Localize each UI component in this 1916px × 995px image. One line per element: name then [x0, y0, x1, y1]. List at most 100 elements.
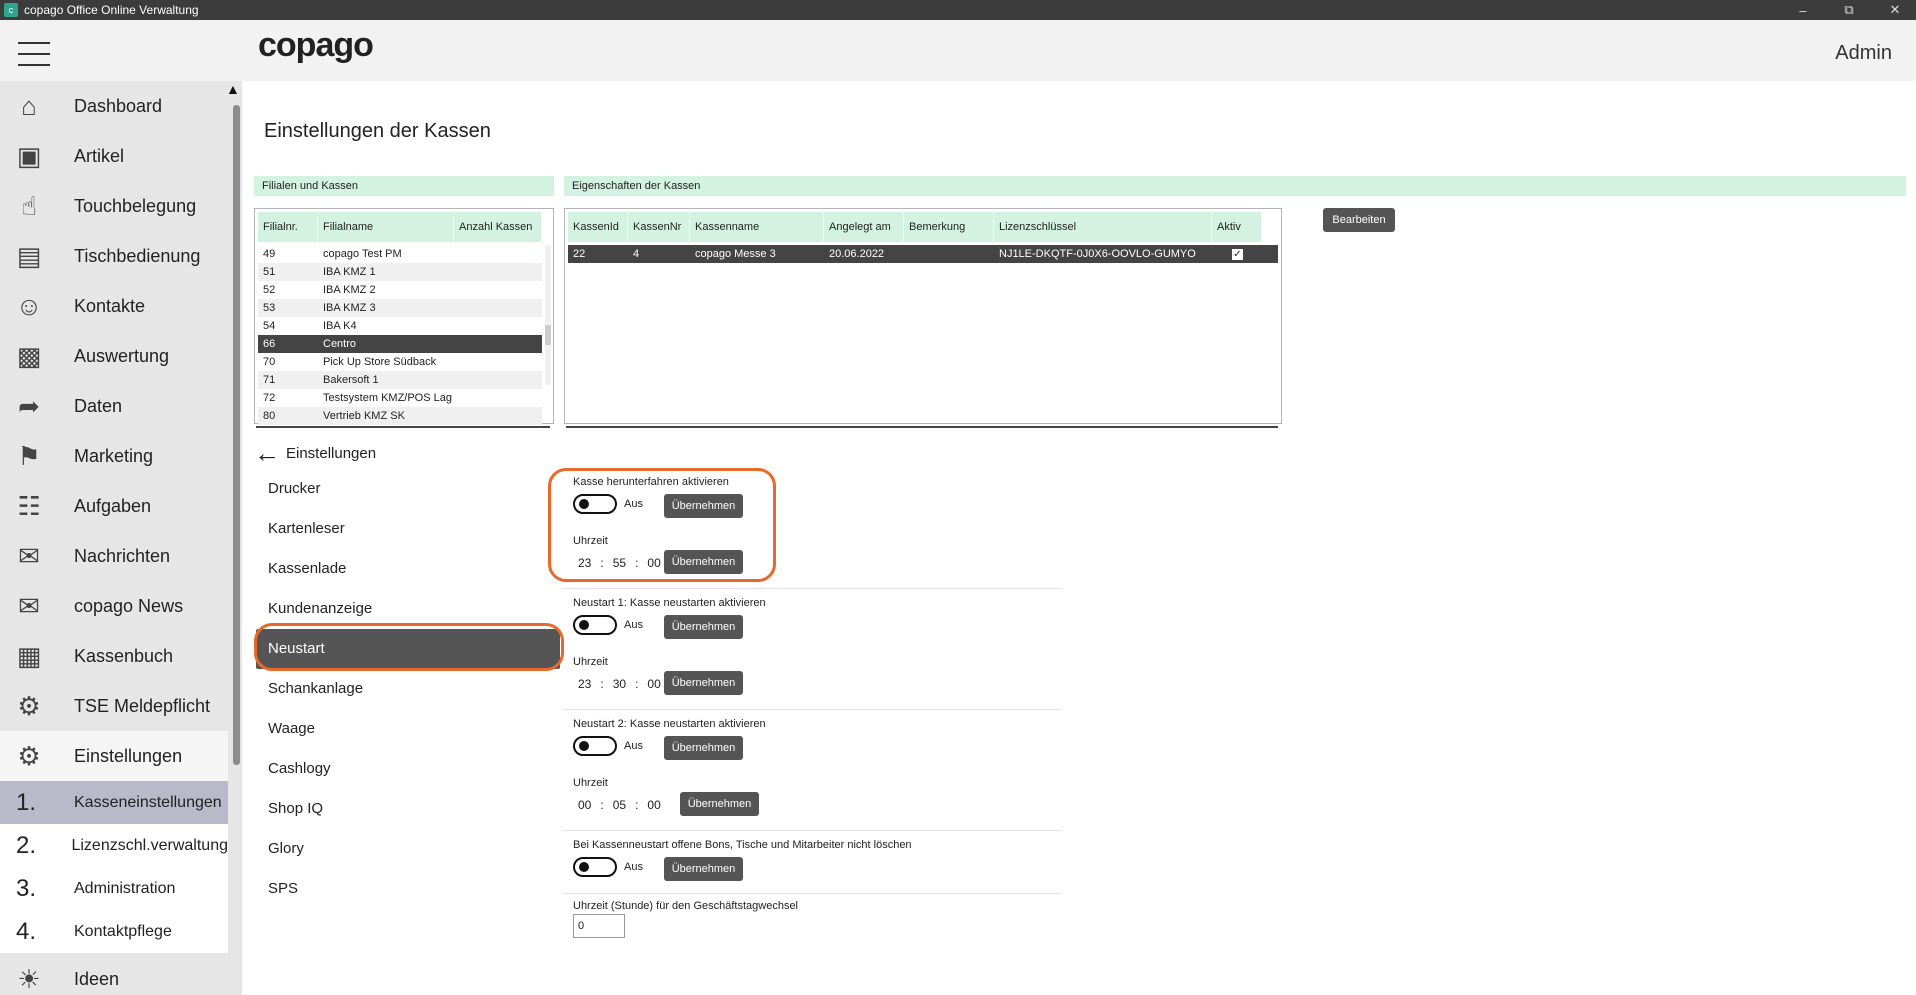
table-row[interactable]: 70 Pick Up Store Südback — [258, 353, 542, 371]
shutdown-time-picker[interactable]: 23: 55: 00 — [578, 556, 661, 570]
restart2-state: Aus — [624, 740, 643, 752]
col-kassenid[interactable]: KassenId — [568, 212, 628, 242]
restart2-toggle[interactable] — [573, 736, 617, 756]
sidebar-item-label: Einstellungen — [74, 745, 183, 766]
restart2-time-apply-button[interactable]: Übernehmen — [680, 792, 759, 816]
gear-icon: ⚙ — [17, 740, 41, 771]
sidebar-item-einstellungen[interactable]: ⚙ Einstellungen — [0, 731, 228, 781]
restart2-time-picker[interactable]: 00: 05: 00 — [578, 798, 661, 812]
hamburger-menu-icon[interactable] — [18, 42, 50, 68]
restart1-apply-button[interactable]: Übernehmen — [664, 615, 743, 639]
sidebar-item-marketing[interactable]: ⚑ Marketing — [0, 431, 228, 481]
sidebar-item-artikel[interactable]: ▣ Artikel — [0, 131, 228, 181]
filialen-scrollbar[interactable] — [545, 245, 551, 385]
restart1-toggle[interactable] — [573, 615, 617, 635]
sidebar-item-label: Kassenbuch — [74, 645, 174, 666]
col-anzahl-kassen[interactable]: Anzahl Kassen — [454, 212, 542, 242]
filialen-table: Filialnr. Filialname Anzahl Kassen 49 co… — [254, 208, 554, 425]
shutdown-toggle[interactable] — [573, 494, 617, 514]
settings-nav-waage[interactable]: Waage — [256, 709, 560, 749]
table-row[interactable]: 53 IBA KMZ 3 — [258, 299, 542, 317]
export-arrow-icon: ➦ — [18, 390, 40, 421]
sidebar-item-kassenbuch[interactable]: ▦ Kassenbuch — [0, 631, 228, 681]
table-row[interactable]: 51 IBA KMZ 1 — [258, 263, 542, 281]
settings-nav-schankanlage[interactable]: Schankanlage — [256, 669, 560, 709]
sidebar-subitem-3[interactable]: 3. Administration — [0, 867, 228, 910]
sidebar-item-label: Kontakte — [74, 295, 146, 316]
close-icon[interactable]: ✕ — [1872, 0, 1916, 20]
daychange-input[interactable]: 0 — [573, 914, 625, 938]
table-row[interactable]: 66 Centro — [258, 335, 542, 353]
filialen-heading: Filialen und Kassen — [254, 176, 554, 196]
sidebar-item-tse-meldepflicht[interactable]: ⚙ TSE Meldepflicht — [0, 681, 228, 731]
col-angelegt-am[interactable]: Angelegt am — [824, 212, 904, 242]
table-row[interactable]: 22 4 copago Messe 3 20.06.2022 NJ1LE-DKQ… — [568, 245, 1278, 263]
table-row[interactable]: 52 IBA KMZ 2 — [258, 281, 542, 299]
sidebar-item-ideen[interactable]: ☀ Ideen — [0, 954, 228, 995]
sidebar-item-label: Auswertung — [74, 345, 170, 366]
sidebar-item-touchbelegung[interactable]: ☝ Touchbelegung — [0, 181, 228, 231]
sidebar-item-tischbedienung[interactable]: ▤ Tischbedienung — [0, 231, 228, 281]
sidebar-item-label: Daten — [74, 395, 123, 416]
restart1-time-label: Uhrzeit — [573, 656, 608, 668]
aktiv-checkbox[interactable]: ✓ — [1232, 249, 1243, 260]
sidebar-subitem-2[interactable]: 2. Lizenzschl.verwaltung — [0, 824, 228, 867]
app-header: copago Admin — [0, 20, 1916, 81]
kassen-hscrollbar[interactable] — [566, 426, 1278, 428]
bearbeiten-button[interactable]: Bearbeiten — [1323, 208, 1395, 232]
col-kassennr[interactable]: KassenNr — [628, 212, 690, 242]
sidebar-item-copago-news[interactable]: ✉ copago News — [0, 581, 228, 631]
scroll-up-icon[interactable]: ▲ — [226, 81, 240, 97]
sidebar-subitem-1[interactable]: 1. Kasseneinstellungen — [0, 781, 228, 824]
user-name[interactable]: Admin — [1835, 42, 1892, 65]
settings-nav-shop-iq[interactable]: Shop IQ — [256, 789, 560, 829]
table-row[interactable]: 71 Bakersoft 1 — [258, 371, 542, 389]
restart1-time-picker[interactable]: 23: 30: 00 — [578, 677, 661, 691]
sidebar-item-auswertung[interactable]: ▩ Auswertung — [0, 331, 228, 381]
sidebar-item-aufgaben[interactable]: ☷ Aufgaben — [0, 481, 228, 531]
table-row[interactable]: 54 IBA K4 — [258, 317, 542, 335]
col-filialname[interactable]: Filialname — [318, 212, 454, 242]
table-row[interactable]: 72 Testsystem KMZ/POS Lag — [258, 389, 542, 407]
settings-nav-kartenleser[interactable]: Kartenleser — [256, 509, 560, 549]
restart1-time-apply-button[interactable]: Übernehmen — [664, 671, 743, 695]
abacus-icon: ▦ — [16, 640, 42, 671]
settings-nav-glory[interactable]: Glory — [256, 829, 560, 869]
sidebar-item-label: Ideen — [74, 968, 120, 989]
col-aktiv[interactable]: Aktiv — [1212, 212, 1262, 242]
table-row[interactable]: 80 Vertrieb KMZ SK — [258, 407, 542, 425]
settings-nav-cashlogy[interactable]: Cashlogy — [256, 749, 560, 789]
col-bemerkung[interactable]: Bemerkung — [904, 212, 994, 242]
shutdown-time-apply-button[interactable]: Übernehmen — [664, 550, 743, 574]
shutdown-state: Aus — [624, 498, 643, 510]
shutdown-apply-button[interactable]: Übernehmen — [664, 494, 743, 518]
sidebar-item-kontakte[interactable]: ☺ Kontakte — [0, 281, 228, 331]
table-row[interactable]: 49 copago Test PM — [258, 245, 542, 263]
restore-icon[interactable]: ⧉ — [1826, 0, 1872, 20]
col-lizenzschluessel[interactable]: Lizenzschlüssel — [994, 212, 1212, 242]
sidebar-item-label: TSE Meldepflicht — [74, 695, 211, 716]
settings-nav-sps[interactable]: SPS — [256, 869, 560, 909]
sidebar-item-dashboard[interactable]: ⌂ Dashboard — [0, 81, 228, 131]
back-button[interactable]: ← Einstellungen — [254, 440, 376, 466]
filialen-hscrollbar[interactable] — [256, 426, 550, 428]
sidebar-subitem-4[interactable]: 4. Kontaktpflege — [0, 910, 228, 953]
settings-nav-kassenlade[interactable]: Kassenlade — [256, 549, 560, 589]
minimize-icon[interactable]: – — [1780, 0, 1826, 20]
settings-nav-drucker[interactable]: Drucker — [256, 469, 560, 509]
keep-open-toggle[interactable] — [573, 857, 617, 877]
col-kassenname[interactable]: Kassenname — [690, 212, 824, 242]
sidebar: ▲ ⌂ Dashboard ▣ Artikel ☝ Touchbelegung … — [0, 81, 242, 995]
kassen-table: KassenId KassenNr Kassenname Angelegt am… — [564, 208, 1282, 424]
sidebar-scrollbar[interactable] — [232, 101, 240, 991]
envelope-icon: ✉ — [18, 590, 40, 621]
sidebar-subitem-label: Kasseneinstellungen — [74, 793, 222, 811]
restart2-apply-button[interactable]: Übernehmen — [664, 736, 743, 760]
sidebar-item-daten[interactable]: ➦ Daten — [0, 381, 228, 431]
sidebar-item-nachrichten[interactable]: ✉ Nachrichten — [0, 531, 228, 581]
keep-open-apply-button[interactable]: Übernehmen — [664, 857, 743, 881]
col-filialnr[interactable]: Filialnr. — [258, 212, 318, 242]
home-icon: ⌂ — [21, 90, 37, 121]
sidebar-item-label: Nachrichten — [74, 545, 171, 566]
page-title: Einstellungen der Kassen — [264, 120, 491, 142]
